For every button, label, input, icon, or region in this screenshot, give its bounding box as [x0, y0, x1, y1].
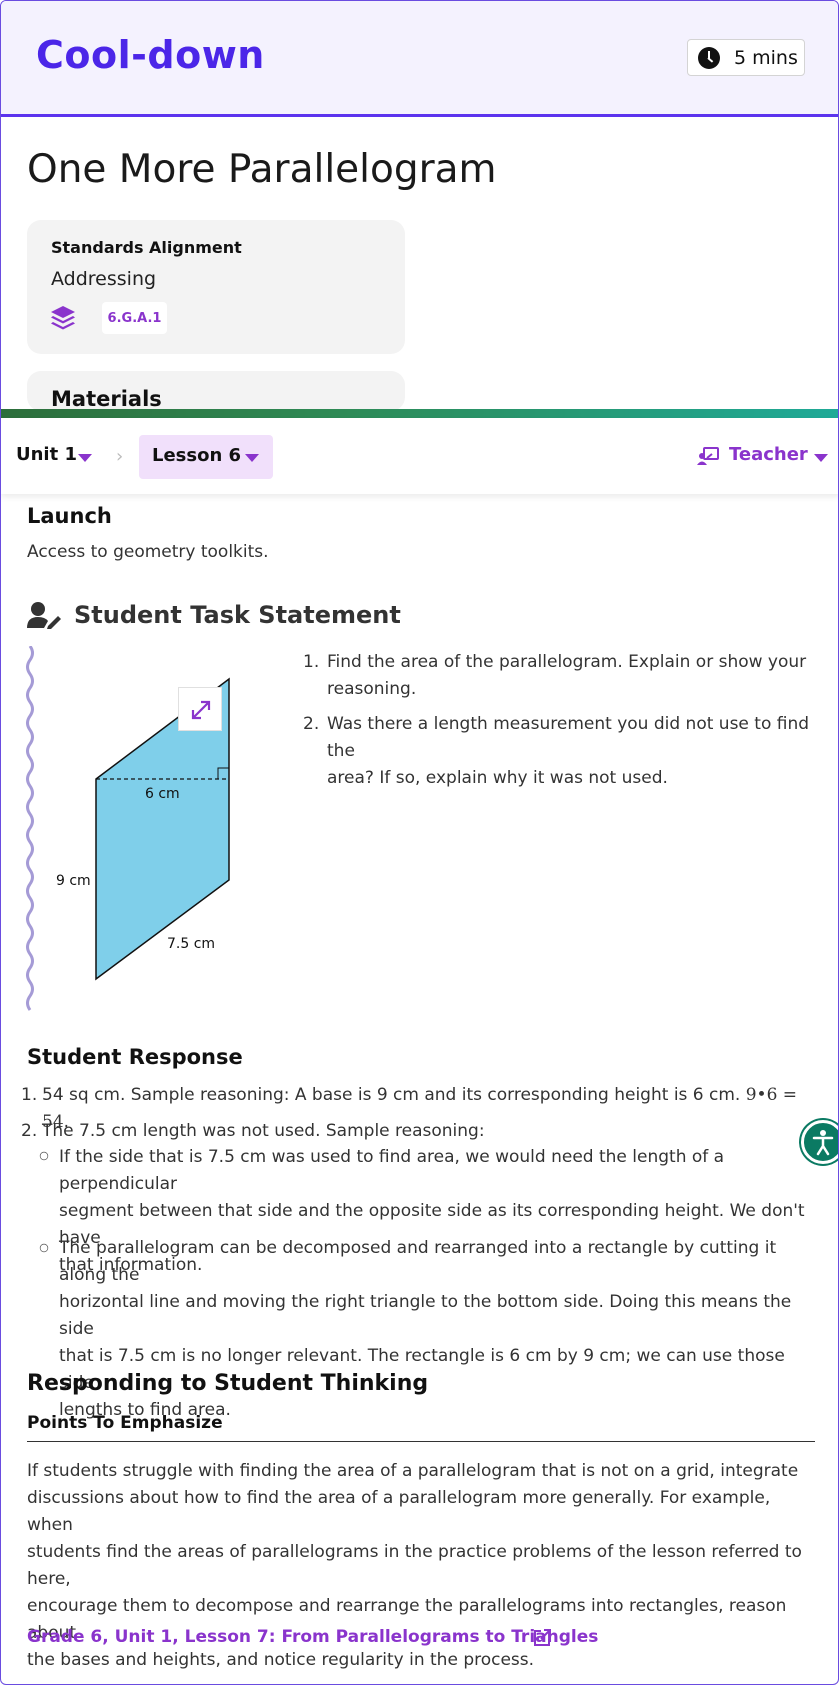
page-frame: Cool-down 5 mins One More Parallelogram …: [0, 0, 839, 1685]
question-line: area? If so, explain why it was not used…: [327, 768, 668, 788]
lesson-nav-bar: Unit 1 › Lesson 6 Teacher: [1, 418, 838, 494]
accessibility-icon: [812, 1130, 834, 1156]
student-task-heading: Student Task Statement: [74, 601, 401, 629]
parallelogram-figure: 6 cm 9 cm 7.5 cm: [56, 677, 230, 981]
activity-header: Cool-down 5 mins: [1, 1, 838, 117]
task-question: 2. Was there a length measurement you di…: [303, 711, 823, 792]
layers-icon: [51, 306, 75, 330]
duration-badge: 5 mins: [687, 39, 805, 76]
response-number: 1.: [21, 1085, 38, 1105]
responding-heading: Responding to Student Thinking: [27, 1371, 429, 1396]
accessibility-button[interactable]: [801, 1120, 838, 1164]
materials-card: Materials: [27, 371, 405, 411]
expand-icon: [191, 700, 211, 720]
standards-card: Standards Alignment Addressing 6.G.A.1: [27, 220, 405, 354]
duration-text: 5 mins: [734, 46, 798, 69]
related-lesson-link[interactable]: Grade 6, Unit 1, Lesson 7: From Parallel…: [27, 1627, 598, 1647]
question-line: Was there a length measurement you did n…: [327, 714, 810, 761]
response-text-main: 54 sq cm. Sample reasoning: A base is 9 …: [42, 1085, 741, 1105]
clock-icon: [698, 46, 720, 69]
role-selector[interactable]: Teacher: [729, 444, 808, 465]
question-number: 2.: [303, 714, 320, 734]
role-chevron-down-icon[interactable]: [814, 454, 828, 462]
standards-label: Standards Alignment: [51, 238, 242, 257]
launch-heading: Launch: [27, 504, 112, 528]
base-label: 6 cm: [145, 786, 180, 802]
bullet-line: If the side that is 7.5 cm was used to f…: [59, 1147, 725, 1194]
response-number: 2.: [21, 1121, 38, 1141]
bullet-line: The parallelogram can be decomposed and …: [59, 1238, 777, 1285]
standard-code-chip[interactable]: 6.G.A.1: [102, 302, 167, 334]
points-to-emphasize-heading: Points To Emphasize: [27, 1413, 223, 1433]
task-questions: 1. Find the area of the parallelogram. E…: [303, 649, 823, 800]
bullet-marker: [39, 1243, 49, 1253]
response-item: 1. 54 sq cm. Sample reasoning: A base is…: [21, 1082, 821, 1132]
unit-selector[interactable]: Unit 1: [16, 444, 77, 465]
response-item: 2. The 7.5 cm length was not used. Sampl…: [21, 1118, 821, 1146]
student-response-heading: Student Response: [27, 1045, 243, 1069]
launch-text: Access to geometry toolkits.: [27, 542, 269, 562]
lesson-selector-label: Lesson 6: [152, 445, 242, 466]
paragraph-line: discussions about how to find the area o…: [27, 1488, 771, 1535]
bullet-marker: [39, 1151, 49, 1161]
external-link-icon[interactable]: [532, 1628, 552, 1648]
response-text: The 7.5 cm length was not used. Sample r…: [42, 1121, 485, 1141]
unit-chevron-down-icon[interactable]: [78, 454, 92, 462]
section-divider: [27, 1441, 815, 1442]
breadcrumb-chevron-icon: ›: [116, 446, 124, 467]
paragraph-line: the bases and heights, and notice regula…: [27, 1650, 535, 1670]
expand-image-button[interactable]: [178, 687, 222, 731]
question-number: 1.: [303, 652, 320, 672]
activity-type-title: Cool-down: [36, 33, 265, 77]
paragraph-line: students find the areas of parallelogram…: [27, 1542, 802, 1589]
paragraph-line: If students struggle with finding the ar…: [27, 1461, 799, 1481]
standards-sub: Addressing: [51, 268, 157, 290]
slant-side-label: 7.5 cm: [167, 936, 215, 952]
progress-gradient-bar: [1, 409, 838, 418]
question-line: reasoning.: [327, 679, 417, 699]
student-edit-icon: [27, 602, 61, 629]
lesson-selector[interactable]: Lesson 6: [139, 435, 273, 479]
materials-label: Materials: [51, 387, 162, 411]
question-line: Find the area of the parallelogram. Expl…: [327, 652, 807, 672]
page-title: One More Parallelogram: [27, 147, 497, 192]
teacher-icon: [697, 447, 719, 465]
left-side-label: 9 cm: [56, 873, 91, 889]
lesson-chevron-down-icon: [245, 454, 259, 462]
task-question: 1. Find the area of the parallelogram. E…: [303, 649, 823, 703]
squiggle-divider: [26, 646, 34, 1011]
bullet-line: horizontal line and moving the right tri…: [59, 1292, 792, 1339]
